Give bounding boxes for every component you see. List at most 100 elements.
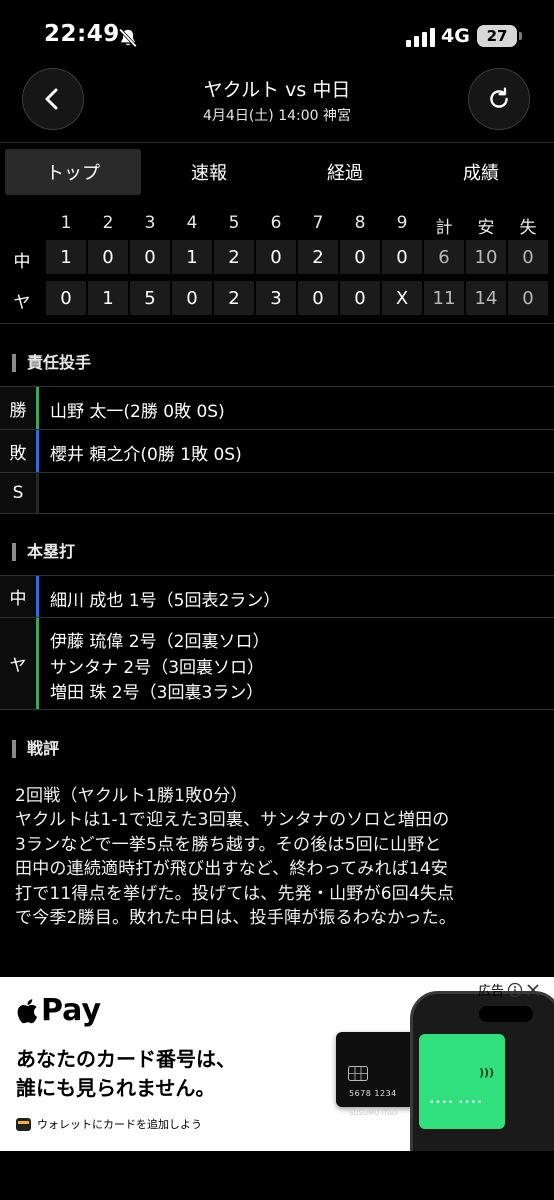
team-color-bar xyxy=(36,618,39,709)
battery-icon: 27 xyxy=(477,25,522,47)
homerun-entry[interactable]: 増田 珠 2号（3回裏3ラン） xyxy=(50,678,263,703)
status-bar: 22:49 4G 27 xyxy=(0,0,554,62)
apple-logo-icon xyxy=(17,998,38,1023)
score-cell: 0 xyxy=(298,281,338,315)
score-cell: 0 xyxy=(172,281,212,315)
score-cell: 3 xyxy=(256,281,296,315)
score-cell: 2 xyxy=(298,240,338,274)
commentary-line: 田中の連続適時打が飛び出すなど、終わってみれば14安 xyxy=(15,859,449,880)
ad-headline-line: あなたのカード番号は、 xyxy=(16,1047,236,1071)
phone-dynamic-island xyxy=(479,1006,533,1022)
phone-illustration: ))) •••• •••• xyxy=(410,991,554,1151)
card-number: 5678 1234 xyxy=(349,1089,397,1098)
game-commentary: 2回戦（ヤクルト1勝1敗0分） ヤクルトは1-1で迎えた3回裏、サンタナのソロと… xyxy=(15,784,545,930)
commentary-heading: 戦評 xyxy=(12,740,59,758)
inning-header: 1 xyxy=(60,213,72,233)
ad-footer: ウォレットにカードを追加しよう xyxy=(16,1116,202,1132)
save-pitcher-row: S xyxy=(0,472,554,514)
inning-header: 6 xyxy=(270,213,282,233)
homerun-entry[interactable]: サンタナ 2号（3回裏ソロ） xyxy=(50,653,264,678)
pitchers-heading: 責任投手 xyxy=(12,354,91,372)
score-cell: X xyxy=(382,281,422,315)
adchoices-icon[interactable] xyxy=(507,982,523,998)
save-label: S xyxy=(0,473,36,513)
phone-screen-card: ))) •••• •••• xyxy=(419,1034,505,1129)
card-chip-icon xyxy=(348,1066,368,1081)
loss-color-bar xyxy=(36,430,39,472)
team-label: ヤ xyxy=(0,618,36,709)
homerun-row-yakult: ヤ 伊藤 琉偉 2号（2回裏ソロ） サンタナ 2号（3回裏ソロ） 増田 珠 2号… xyxy=(0,617,554,710)
total-runs-cell: 6 xyxy=(424,240,464,274)
inning-header: 8 xyxy=(354,213,366,233)
inning-header: 2 xyxy=(102,213,114,233)
inning-header: 7 xyxy=(312,213,324,233)
inning-header: 9 xyxy=(396,213,408,233)
tab-stats[interactable]: 成績 xyxy=(413,149,549,195)
score-cell: 5 xyxy=(130,281,170,315)
status-time: 22:49 xyxy=(44,21,120,47)
apple-pay-ad-banner[interactable]: Pay あなたのカード番号は、 誰にも見られません。 ウォレットにカードを追加し… xyxy=(0,977,554,1151)
errors-cell: 0 xyxy=(508,240,548,274)
ad-headline: あなたのカード番号は、 誰にも見られません。 xyxy=(16,1045,236,1103)
team-label: 中 xyxy=(0,576,36,617)
total-runs-cell: 11 xyxy=(424,281,464,315)
commentary-line: 2回戦（ヤクルト1勝1敗0分） xyxy=(15,786,248,806)
homeruns-heading: 本塁打 xyxy=(12,543,75,561)
tab-bar: トップ 速報 経過 成績 xyxy=(5,149,549,195)
loss-label: 敗 xyxy=(0,430,36,472)
commentary-line: 3ランなどで一挙5点を勝ち越す。その後は5回に山野と xyxy=(15,834,442,855)
score-cell: 0 xyxy=(88,240,128,274)
wallet-icon xyxy=(16,1117,31,1131)
winning-pitcher-row: 勝 山野 太一(2勝 0敗 0S) xyxy=(0,386,554,429)
card-holder: SUSUMU ITAO xyxy=(349,1109,398,1117)
score-cell: 0 xyxy=(340,240,380,274)
bell-muted-icon xyxy=(119,28,137,48)
tab-progress[interactable]: 経過 xyxy=(277,149,413,195)
tab-top[interactable]: トップ xyxy=(5,149,141,195)
bottom-safe-area xyxy=(0,1151,554,1200)
losing-pitcher-row: 敗 櫻井 頼之介(0勝 1敗 0S) xyxy=(0,429,554,472)
win-label: 勝 xyxy=(0,387,36,429)
inning-header: 3 xyxy=(144,213,156,233)
team-label-chunichi: 中 xyxy=(13,252,31,272)
ad-label: 広告 xyxy=(478,980,540,999)
contactless-icon: ))) xyxy=(479,1066,495,1079)
losing-pitcher[interactable]: 櫻井 頼之介(0勝 1敗 0S) xyxy=(50,440,242,465)
score-cell: 0 xyxy=(256,240,296,274)
cellular-signal-icon xyxy=(406,28,435,47)
total-runs-header: 計 xyxy=(435,218,453,238)
winning-pitcher[interactable]: 山野 太一(2勝 0敗 0S) xyxy=(50,397,225,422)
score-cell: 1 xyxy=(46,240,86,274)
inning-header: 5 xyxy=(228,213,240,233)
score-cell: 0 xyxy=(340,281,380,315)
ad-footer-text: ウォレットにカードを追加しよう xyxy=(37,1118,202,1131)
tab-live[interactable]: 速報 xyxy=(141,149,277,195)
homerun-entry[interactable]: 伊藤 琉偉 2号（2回裏ソロ） xyxy=(50,627,269,652)
score-cell: 0 xyxy=(46,281,86,315)
section-divider xyxy=(0,323,554,324)
header-divider xyxy=(0,142,554,143)
apple-pay-logo: Pay xyxy=(16,993,101,1028)
close-icon[interactable] xyxy=(526,983,540,997)
refresh-icon xyxy=(490,87,508,108)
phone-card-number: •••• •••• xyxy=(429,1098,484,1108)
errors-cell: 0 xyxy=(508,281,548,315)
score-cell: 1 xyxy=(88,281,128,315)
score-cell: 2 xyxy=(214,281,254,315)
win-color-bar xyxy=(36,387,39,429)
inning-header: 4 xyxy=(186,213,198,233)
score-cell: 1 xyxy=(172,240,212,274)
ad-headline-line: 誰にも見られません。 xyxy=(16,1076,216,1100)
commentary-line: ヤクルトは1-1で迎えた3回裏、サンタナのソロと増田の xyxy=(15,810,450,831)
commentary-line: で今季2勝目。敗れた中日は、投手陣が振るわなかった。 xyxy=(15,908,457,929)
save-color-bar xyxy=(36,473,39,513)
homerun-entry[interactable]: 細川 成也 1号（5回表2ラン） xyxy=(50,586,280,611)
refresh-button[interactable] xyxy=(468,68,530,130)
hits-cell: 10 xyxy=(466,240,506,274)
battery-level: 27 xyxy=(486,27,508,45)
score-cell: 2 xyxy=(214,240,254,274)
hits-header: 安 xyxy=(477,218,495,238)
errors-header: 失 xyxy=(519,218,537,238)
network-type: 4G xyxy=(441,25,470,47)
ad-label-text: 広告 xyxy=(478,984,505,999)
